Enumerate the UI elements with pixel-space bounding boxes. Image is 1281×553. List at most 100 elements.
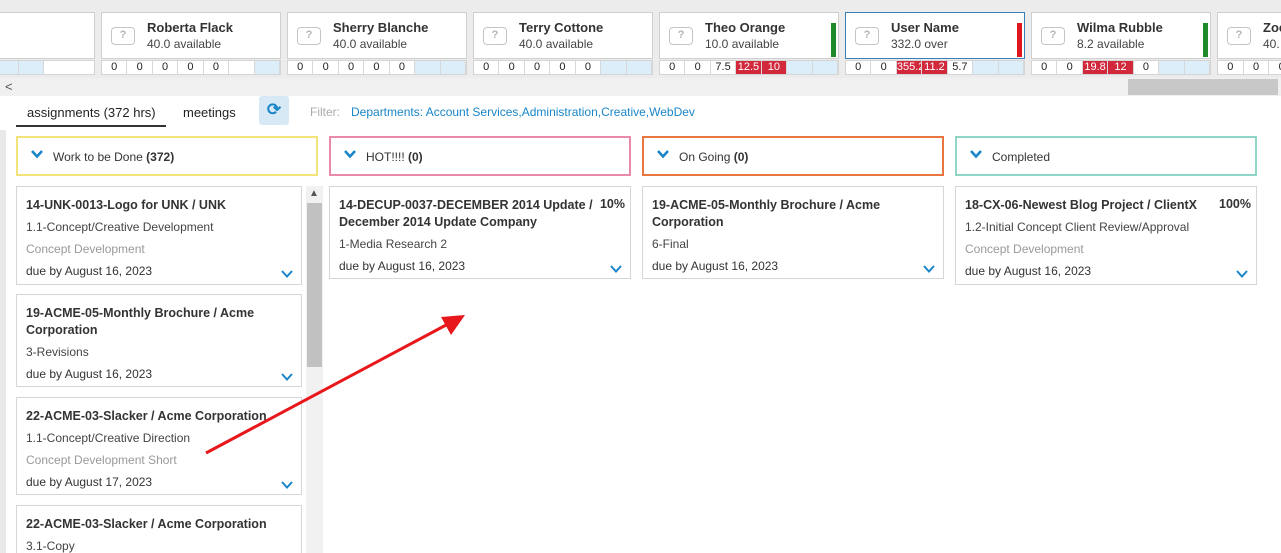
person-card[interactable]: ? Sherry Blanche 40.0 available 0 0 0 0 0 bbox=[287, 12, 467, 76]
assignment-card[interactable]: 18-CX-06-Newest Blog Project / ClientX 1… bbox=[955, 186, 1257, 285]
card-task: Concept Development Short bbox=[26, 453, 177, 467]
assignment-card[interactable]: 22-ACME-03-Slacker / Acme Corporation 3.… bbox=[16, 505, 302, 553]
daily-hours-cell[interactable]: 0 bbox=[153, 61, 179, 74]
daily-hours-cell[interactable]: 0 bbox=[1244, 61, 1270, 74]
daily-hours-cell[interactable]: 0 bbox=[364, 61, 390, 74]
person-summary[interactable]: ? Roberta Flack 40.0 available bbox=[101, 12, 281, 59]
daily-hours-cell[interactable]: 12 bbox=[1108, 61, 1134, 74]
card-due-date: due by August 16, 2023 bbox=[339, 259, 466, 273]
daily-hours-cell[interactable]: 0 bbox=[1057, 61, 1083, 74]
daily-hours-cell[interactable]: 12.5 bbox=[736, 61, 762, 74]
filter-value-link[interactable]: Departments: Account Services,Administra… bbox=[351, 105, 695, 119]
person-card[interactable]: ? Wilma Rubble 8.2 available 0 0 19.8 12 0 bbox=[1031, 12, 1211, 76]
daily-hours-cell[interactable]: 0 bbox=[1218, 61, 1244, 74]
daily-hours-cell[interactable] bbox=[626, 61, 652, 74]
chevron-down-icon[interactable] bbox=[344, 148, 356, 160]
person-card[interactable]: ? Roberta Flack 40.0 available 0 0 0 0 0 bbox=[101, 12, 281, 76]
scrollbar-thumb[interactable] bbox=[1128, 79, 1278, 95]
daily-hours-cell[interactable]: 0 bbox=[576, 61, 602, 74]
daily-hours-cell[interactable] bbox=[1184, 61, 1210, 74]
column-header-hot[interactable]: HOT!!!! (0) bbox=[329, 136, 631, 176]
daily-hours-cell[interactable] bbox=[973, 61, 999, 74]
daily-hours-cell[interactable] bbox=[787, 61, 813, 74]
assignment-card[interactable]: 22-ACME-03-Slacker / Acme Corporation 1.… bbox=[16, 397, 302, 495]
daily-hours-cell[interactable]: 0 bbox=[1134, 61, 1160, 74]
person-card[interactable]: ? Terry Cottone 40.0 available 0 0 0 0 0 bbox=[473, 12, 653, 76]
daily-hours-cell[interactable]: 0 bbox=[846, 61, 872, 74]
assignment-card[interactable]: 14-UNK-0013-Logo for UNK / UNK 1.1-Conce… bbox=[16, 186, 302, 285]
chevron-down-icon[interactable] bbox=[281, 269, 293, 279]
scroll-up-icon[interactable]: ▲ bbox=[309, 188, 319, 199]
person-name: Terry Cottone bbox=[519, 20, 604, 35]
daily-hours-cell[interactable]: 0 bbox=[525, 61, 551, 74]
person-card[interactable]: ?Zoe40.000 bbox=[1217, 12, 1281, 76]
person-summary[interactable]: ?uineable bbox=[0, 12, 95, 59]
daily-hours-cell[interactable]: 10 bbox=[761, 61, 788, 74]
daily-hours-cell[interactable] bbox=[415, 61, 441, 74]
card-title: 22-ACME-03-Slacker / Acme Corporation bbox=[26, 517, 267, 531]
tab-meetings[interactable]: meetings bbox=[183, 105, 236, 120]
daily-hours-cell[interactable]: 0 bbox=[204, 61, 230, 74]
chevron-down-icon[interactable] bbox=[281, 480, 293, 490]
refresh-button[interactable]: ⟳ bbox=[259, 96, 289, 125]
daily-hours-cell[interactable] bbox=[254, 61, 280, 74]
daily-hours-cell[interactable]: 0 bbox=[313, 61, 339, 74]
people-horizontal-scrollbar[interactable]: < bbox=[0, 78, 1281, 96]
person-card[interactable]: ? User Name 332.0 over 0 0 355.2 11.2 5.7 bbox=[845, 12, 1025, 76]
daily-hours-cell[interactable] bbox=[998, 61, 1024, 74]
chevron-down-icon[interactable] bbox=[31, 148, 43, 160]
chevron-down-icon[interactable] bbox=[923, 264, 935, 274]
daily-hours-cell[interactable]: 0 bbox=[102, 61, 128, 74]
assignment-card[interactable]: 19-ACME-05-Monthly Brochure / Acme Corpo… bbox=[642, 186, 944, 279]
daily-hours-cell[interactable]: 0 bbox=[499, 61, 525, 74]
scroll-left-icon[interactable]: < bbox=[5, 78, 13, 96]
daily-hours-cell[interactable]: 0 bbox=[660, 61, 686, 74]
person-summary[interactable]: ? Sherry Blanche 40.0 available bbox=[287, 12, 467, 59]
daily-hours-cell[interactable]: 0 bbox=[871, 61, 897, 74]
daily-hours-cell[interactable]: 0 bbox=[685, 61, 711, 74]
person-summary[interactable]: ? Terry Cottone 40.0 available bbox=[473, 12, 653, 59]
chevron-down-icon[interactable] bbox=[281, 372, 293, 382]
column-header-work-to-be-done[interactable]: Work to be Done (372) bbox=[16, 136, 318, 176]
assignment-card[interactable]: 19-ACME-05-Monthly Brochure / Acme Corpo… bbox=[16, 294, 302, 387]
daily-hours-cell[interactable] bbox=[229, 61, 255, 74]
person-summary[interactable]: ? User Name 332.0 over bbox=[845, 12, 1025, 59]
column-title: Work to be Done (372) bbox=[53, 150, 174, 164]
person-card[interactable]: ?uineable0 bbox=[0, 12, 95, 76]
daily-hours-cell[interactable]: 0 bbox=[1032, 61, 1058, 74]
person-summary[interactable]: ? Wilma Rubble 8.2 available bbox=[1031, 12, 1211, 59]
daily-hours-cell[interactable]: 0 bbox=[339, 61, 365, 74]
daily-hours-cell[interactable] bbox=[18, 61, 45, 74]
person-card[interactable]: ? Theo Orange 10.0 available 0 0 7.5 12.5 10 bbox=[659, 12, 839, 76]
daily-hours-cell[interactable]: 7.5 bbox=[711, 61, 737, 74]
person-summary[interactable]: ? Zoe 40. bbox=[1217, 12, 1281, 59]
chevron-down-icon[interactable] bbox=[1236, 269, 1248, 279]
daily-hours-cell[interactable]: 0 bbox=[1269, 61, 1281, 74]
column-header-completed[interactable]: Completed bbox=[955, 136, 1257, 176]
card-phase: 1.1-Concept/Creative Development bbox=[26, 220, 214, 234]
daily-hours-cell[interactable]: 0 bbox=[178, 61, 204, 74]
daily-hours-cell[interactable]: 0 bbox=[288, 61, 314, 74]
person-summary[interactable]: ? Theo Orange 10.0 available bbox=[659, 12, 839, 59]
daily-hours-cell[interactable] bbox=[1159, 61, 1185, 74]
daily-hours-cell[interactable]: 0 bbox=[550, 61, 576, 74]
daily-hours-cell[interactable] bbox=[0, 61, 19, 74]
chevron-down-icon[interactable] bbox=[610, 264, 622, 274]
daily-hours-cell[interactable]: 0 bbox=[474, 61, 500, 74]
chevron-down-icon[interactable] bbox=[970, 148, 982, 160]
daily-hours-cell[interactable]: 19.8 bbox=[1082, 61, 1109, 74]
daily-hours-cell[interactable]: 355.2 bbox=[896, 61, 923, 74]
daily-hours-cell[interactable] bbox=[440, 61, 466, 74]
assignment-card[interactable]: 14-DECUP-0037-DECEMBER 2014 Update / Dec… bbox=[329, 186, 631, 279]
daily-hours-cell[interactable]: 0 bbox=[390, 61, 416, 74]
column-header-on-going[interactable]: On Going (0) bbox=[642, 136, 944, 176]
chevron-down-icon[interactable] bbox=[657, 148, 669, 160]
daily-hours-cell[interactable]: 11.2 bbox=[922, 61, 948, 74]
daily-hours-cell[interactable] bbox=[812, 61, 838, 74]
daily-hours-cell[interactable] bbox=[601, 61, 627, 74]
tab-assignments[interactable]: assignments (372 hrs) bbox=[27, 105, 156, 120]
column-scrollbar[interactable]: ▲ bbox=[306, 186, 323, 553]
scrollbar-thumb[interactable] bbox=[307, 203, 322, 367]
daily-hours-cell[interactable]: 5.7 bbox=[948, 61, 974, 74]
daily-hours-cell[interactable]: 0 bbox=[127, 61, 153, 74]
